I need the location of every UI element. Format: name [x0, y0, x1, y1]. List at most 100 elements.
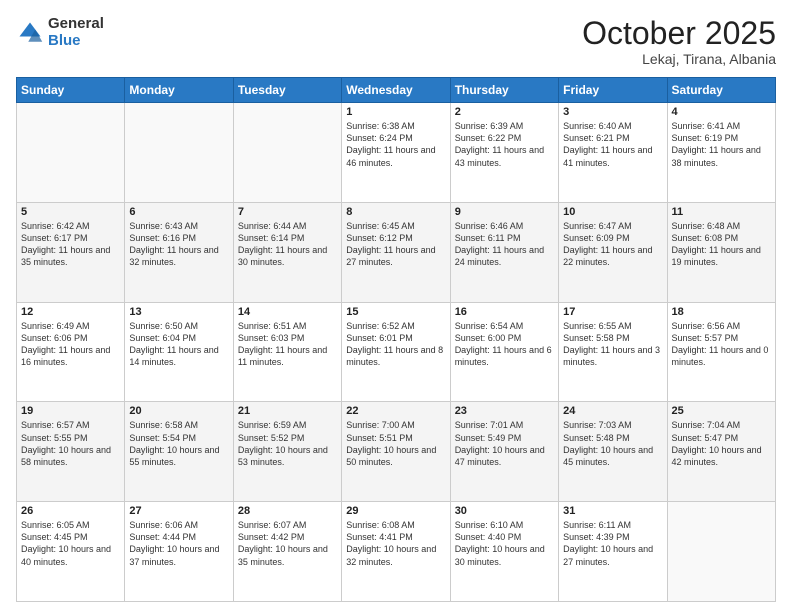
day-info: Sunrise: 6:38 AM Sunset: 6:24 PM Dayligh…: [346, 120, 445, 169]
day-number: 9: [455, 206, 554, 218]
day-number: 7: [238, 206, 337, 218]
calendar-cell: 30 Sunrise: 6:10 AM Sunset: 4:40 PM Dayli…: [450, 502, 558, 602]
day-number: 22: [346, 405, 445, 417]
day-info: Sunrise: 6:58 AM Sunset: 5:54 PM Dayligh…: [129, 419, 228, 468]
day-number: 27: [129, 505, 228, 517]
day-number: 2: [455, 106, 554, 118]
day-number: 25: [672, 405, 771, 417]
day-number: 21: [238, 405, 337, 417]
day-info: Sunrise: 6:51 AM Sunset: 6:03 PM Dayligh…: [238, 320, 337, 369]
title-block: October 2025 Lekaj, Tirana, Albania: [582, 16, 776, 67]
day-info: Sunrise: 7:01 AM Sunset: 5:49 PM Dayligh…: [455, 419, 554, 468]
calendar-cell: 28Sunrise: 6:07 AM Sunset: 4:42 PM Dayli…: [233, 502, 341, 602]
day-number: 15: [346, 306, 445, 318]
day-number: 18: [672, 306, 771, 318]
calendar-cell: 14 Sunrise: 6:51 AM Sunset: 6:03 PM Dayli…: [233, 302, 341, 402]
calendar-cell: 23 Sunrise: 7:01 AM Sunset: 5:49 PM Dayli…: [450, 402, 558, 502]
calendar-header: Sunday Monday Tuesday Wednesday Thursday…: [17, 78, 776, 103]
day-info: Sunrise: 7:04 AM Sunset: 5:47 PM Dayligh…: [672, 419, 771, 468]
day-number: 3: [563, 106, 662, 118]
logo-blue: Blue: [48, 33, 104, 50]
calendar-cell: 2 Sunrise: 6:39 AM Sunset: 6:22 PM Daylig…: [450, 103, 558, 203]
day-info: Sunrise: 6:39 AM Sunset: 6:22 PM Dayligh…: [455, 120, 554, 169]
day-info: Sunrise: 6:47 AM Sunset: 6:09 PM Dayligh…: [563, 220, 662, 269]
day-info: Sunrise: 6:50 AM Sunset: 6:04 PM Dayligh…: [129, 320, 228, 369]
calendar-cell: 6Sunrise: 6:43 AM Sunset: 6:16 PM Daylig…: [125, 202, 233, 302]
day-info: Sunrise: 6:11 AM Sunset: 4:39 PM Dayligh…: [563, 519, 662, 568]
page: General Blue October 2025 Lekaj, Tirana,…: [0, 0, 792, 612]
calendar-cell: 18 Sunrise: 6:56 AM Sunset: 5:57 PM Dayli…: [667, 302, 775, 402]
logo-text: General Blue: [48, 16, 104, 49]
day-info: Sunrise: 7:03 AM Sunset: 5:48 PM Dayligh…: [563, 419, 662, 468]
calendar-week-2: 5 Sunrise: 6:42 AM Sunset: 6:17 PM Daylig…: [17, 202, 776, 302]
calendar-cell: 8Sunrise: 6:45 AM Sunset: 6:12 PM Daylig…: [342, 202, 450, 302]
calendar-cell: 5 Sunrise: 6:42 AM Sunset: 6:17 PM Daylig…: [17, 202, 125, 302]
day-info: Sunrise: 7:00 AM Sunset: 5:51 PM Dayligh…: [346, 419, 445, 468]
day-number: 17: [563, 306, 662, 318]
calendar-week-4: 19 Sunrise: 6:57 AM Sunset: 5:55 PM Dayli…: [17, 402, 776, 502]
day-info: Sunrise: 6:08 AM Sunset: 4:41 PM Dayligh…: [346, 519, 445, 568]
day-number: 19: [21, 405, 120, 417]
calendar-cell: 16 Sunrise: 6:54 AM Sunset: 6:00 PM Dayli…: [450, 302, 558, 402]
day-number: 13: [129, 306, 228, 318]
day-info: Sunrise: 6:41 AM Sunset: 6:19 PM Dayligh…: [672, 120, 771, 169]
calendar-body: 1 Sunrise: 6:38 AM Sunset: 6:24 PM Daylig…: [17, 103, 776, 602]
calendar-cell: 31 Sunrise: 6:11 AM Sunset: 4:39 PM Dayli…: [559, 502, 667, 602]
calendar-cell: 10 Sunrise: 6:47 AM Sunset: 6:09 PM Dayli…: [559, 202, 667, 302]
day-info: Sunrise: 6:54 AM Sunset: 6:00 PM Dayligh…: [455, 320, 554, 369]
calendar-table: Sunday Monday Tuesday Wednesday Thursday…: [16, 77, 776, 602]
day-info: Sunrise: 6:42 AM Sunset: 6:17 PM Dayligh…: [21, 220, 120, 269]
day-number: 5: [21, 206, 120, 218]
day-number: 4: [672, 106, 771, 118]
col-tuesday: Tuesday: [233, 78, 341, 103]
day-info: Sunrise: 6:57 AM Sunset: 5:55 PM Dayligh…: [21, 419, 120, 468]
calendar-cell: [17, 103, 125, 203]
day-number: 20: [129, 405, 228, 417]
day-number: 23: [455, 405, 554, 417]
header: General Blue October 2025 Lekaj, Tirana,…: [16, 16, 776, 67]
day-number: 10: [563, 206, 662, 218]
col-friday: Friday: [559, 78, 667, 103]
calendar-cell: 22 Sunrise: 7:00 AM Sunset: 5:51 PM Dayli…: [342, 402, 450, 502]
calendar-cell: 15 Sunrise: 6:52 AM Sunset: 6:01 PM Dayli…: [342, 302, 450, 402]
calendar-cell: 26 Sunrise: 6:05 AM Sunset: 4:45 PM Dayli…: [17, 502, 125, 602]
day-info: Sunrise: 6:10 AM Sunset: 4:40 PM Dayligh…: [455, 519, 554, 568]
month-title: October 2025: [582, 16, 776, 51]
day-info: Sunrise: 6:55 AM Sunset: 5:58 PM Dayligh…: [563, 320, 662, 369]
calendar-cell: 25 Sunrise: 7:04 AM Sunset: 5:47 PM Dayli…: [667, 402, 775, 502]
col-wednesday: Wednesday: [342, 78, 450, 103]
calendar-cell: [667, 502, 775, 602]
day-info: Sunrise: 6:52 AM Sunset: 6:01 PM Dayligh…: [346, 320, 445, 369]
day-number: 26: [21, 505, 120, 517]
day-number: 31: [563, 505, 662, 517]
day-number: 14: [238, 306, 337, 318]
calendar-cell: 20 Sunrise: 6:58 AM Sunset: 5:54 PM Dayli…: [125, 402, 233, 502]
day-info: Sunrise: 6:56 AM Sunset: 5:57 PM Dayligh…: [672, 320, 771, 369]
calendar-cell: 27 Sunrise: 6:06 AM Sunset: 4:44 PM Dayli…: [125, 502, 233, 602]
col-saturday: Saturday: [667, 78, 775, 103]
day-info: Sunrise: 6:46 AM Sunset: 6:11 PM Dayligh…: [455, 220, 554, 269]
day-info: Sunrise: 6:06 AM Sunset: 4:44 PM Dayligh…: [129, 519, 228, 568]
calendar-cell: [125, 103, 233, 203]
day-number: 16: [455, 306, 554, 318]
calendar-cell: 7 Sunrise: 6:44 AM Sunset: 6:14 PM Daylig…: [233, 202, 341, 302]
day-number: 29: [346, 505, 445, 517]
calendar-cell: 29 Sunrise: 6:08 AM Sunset: 4:41 PM Dayli…: [342, 502, 450, 602]
calendar-cell: 4 Sunrise: 6:41 AM Sunset: 6:19 PM Daylig…: [667, 103, 775, 203]
day-number: 1: [346, 106, 445, 118]
day-number: 24: [563, 405, 662, 417]
day-number: 12: [21, 306, 120, 318]
calendar-cell: 11Sunrise: 6:48 AM Sunset: 6:08 PM Dayli…: [667, 202, 775, 302]
day-info: Sunrise: 6:07 AM Sunset: 4:42 PM Dayligh…: [238, 519, 337, 568]
calendar-week-1: 1 Sunrise: 6:38 AM Sunset: 6:24 PM Daylig…: [17, 103, 776, 203]
day-info: Sunrise: 6:44 AM Sunset: 6:14 PM Dayligh…: [238, 220, 337, 269]
day-number: 30: [455, 505, 554, 517]
calendar-cell: [233, 103, 341, 203]
col-monday: Monday: [125, 78, 233, 103]
calendar-cell: 17 Sunrise: 6:55 AM Sunset: 5:58 PM Dayli…: [559, 302, 667, 402]
day-info: Sunrise: 6:05 AM Sunset: 4:45 PM Dayligh…: [21, 519, 120, 568]
calendar-week-5: 26 Sunrise: 6:05 AM Sunset: 4:45 PM Dayli…: [17, 502, 776, 602]
subtitle: Lekaj, Tirana, Albania: [582, 51, 776, 67]
logo-icon: [16, 19, 44, 47]
day-info: Sunrise: 6:40 AM Sunset: 6:21 PM Dayligh…: [563, 120, 662, 169]
